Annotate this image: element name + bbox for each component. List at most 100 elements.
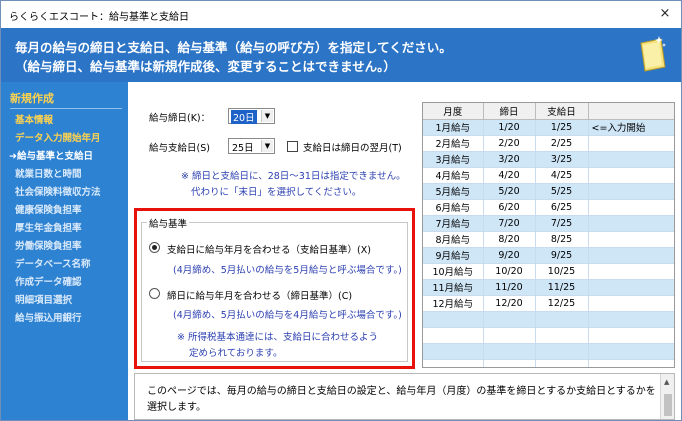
table-row[interactable]: 3月給与 3/20 3/25 [423, 151, 674, 168]
table-row[interactable]: 2月給与 2/20 2/25 [423, 135, 674, 152]
sidebar-item-start-month[interactable]: データ入力開始年月 [15, 130, 101, 144]
pay-basis-title: 給与基準 [147, 216, 190, 230]
cell-note [588, 183, 674, 200]
table-row[interactable]: 9月給与 9/20 9/25 [423, 247, 674, 264]
cell-closing: 2/20 [483, 135, 536, 152]
description-scrollbar[interactable]: ▲ [660, 374, 674, 419]
cell-month: 1月給与 [423, 119, 484, 136]
basis-payday-label[interactable]: 支給日に給与年月を合わせる（支給日基準）(X) [167, 242, 371, 256]
cell-payday: 5/25 [535, 183, 589, 200]
sticky-note-icon [640, 36, 666, 72]
cell-note [588, 135, 674, 152]
day-restriction-note: ※ 締日と支給日に、28日〜31日は指定できません。 [181, 171, 406, 182]
pay-day-label: 給与支給日(S) [149, 143, 210, 154]
cell-note [588, 263, 674, 280]
wizard-sidebar: 新規作成 基本情報 データ入力開始年月 ➜給与基準と支給日 就業日数と時間 社会… [1, 82, 128, 420]
closing-day-label: 給与締日(K)： [149, 113, 211, 124]
basis-closing-note: (4月締め、5月払いの給与を4月給与と呼ぶ場合です。) [173, 310, 402, 321]
pay-day-value: 25日 [232, 143, 254, 154]
cell-month: 4月給与 [423, 167, 484, 184]
close-icon[interactable]: × [655, 4, 675, 24]
next-month-label: 支給日は締日の翌月(T) [303, 143, 402, 154]
table-row-empty [423, 327, 674, 344]
next-month-checkbox[interactable] [287, 141, 298, 152]
cell-note [588, 247, 674, 264]
title-bar: らくらくエスコート：給与基準と支給日 × [1, 1, 681, 27]
table-row-empty [423, 343, 674, 360]
cell-payday: 11/25 [535, 279, 589, 296]
table-row[interactable]: 10月給与 10/20 10/25 [423, 263, 674, 280]
cell-note [588, 167, 674, 184]
table-row-empty [423, 359, 674, 367]
cell-closing: 4/20 [483, 167, 536, 184]
table-row[interactable]: 5月給与 5/20 5/25 [423, 183, 674, 200]
cell-month: 9月給与 [423, 247, 484, 264]
basis-closing-radio[interactable] [149, 288, 160, 299]
tax-note: ※ 所得税基本通達には、支給日に合わせるよう [177, 332, 378, 343]
description-panel: このページでは、毎月の給与の締日と支給日の設定と、給与年月（月度）の基準を締日と… [134, 373, 675, 420]
cell-month: 6月給与 [423, 199, 484, 216]
sidebar-item-detail-items[interactable]: 明細項目選択 [15, 292, 72, 306]
closing-day-select[interactable]: 20日 ▼ [228, 108, 275, 124]
table-row[interactable]: 11月給与 11/20 11/25 [423, 279, 674, 296]
cell-month: 7月給与 [423, 215, 484, 232]
cell-month: 11月給与 [423, 279, 484, 296]
window-title: らくらくエスコート：給与基準と支給日 [9, 12, 189, 23]
cell-closing: 1/20 [483, 119, 536, 136]
schedule-header-row: 月度 締日 支給日 [423, 103, 674, 120]
cell-note [588, 199, 674, 216]
cell-month: 2月給与 [423, 135, 484, 152]
closing-day-value: 20日 [231, 110, 257, 124]
banner-line-2: （給与締日、給与基準は新規作成後、変更することはできません。） [15, 59, 396, 74]
cell-closing: 12/20 [483, 295, 536, 312]
schedule-table: 月度 締日 支給日 1月給与 1/20 1/25 <=入力開始 2月給与 2/20 2/2… [423, 103, 674, 367]
sidebar-item-work-days[interactable]: 就業日数と時間 [15, 166, 82, 180]
sidebar-item-bank[interactable]: 給与振込用銀行 [15, 310, 82, 324]
table-row[interactable]: 4月給与 4/20 4/25 [423, 167, 674, 184]
cell-closing: 10/20 [483, 263, 536, 280]
cell-payday: 8/25 [535, 231, 589, 248]
description-text: このページでは、毎月の給与の締日と支給日の設定と、給与年月（月度）の基準を締日と… [147, 386, 656, 413]
scroll-thumb[interactable] [664, 394, 672, 416]
cell-payday: 2/25 [535, 135, 589, 152]
cell-closing: 5/20 [483, 183, 536, 200]
sidebar-item-confirm[interactable]: 作成データ確認 [15, 274, 82, 288]
table-row[interactable]: 1月給与 1/20 1/25 <=入力開始 [423, 119, 674, 136]
cell-month: 3月給与 [423, 151, 484, 168]
sidebar-item-db-name[interactable]: データベース名称 [15, 256, 91, 270]
cell-month: 10月給与 [423, 263, 484, 280]
sidebar-item-insurance-method[interactable]: 社会保険料徴収方法 [15, 184, 101, 198]
sidebar-item-pay-basis[interactable]: ➜給与基準と支給日 [9, 148, 93, 162]
cell-month: 12月給与 [423, 295, 484, 312]
table-row[interactable]: 8月給与 8/20 8/25 [423, 231, 674, 248]
scroll-up-icon[interactable]: ▲ [664, 378, 669, 386]
cell-note [588, 295, 674, 312]
cell-closing: 6/20 [483, 199, 536, 216]
table-row[interactable]: 12月給与 12/20 12/25 [423, 295, 674, 312]
chevron-down-icon[interactable]: ▼ [261, 140, 273, 152]
header-closing: 締日 [483, 103, 536, 120]
chevron-down-icon[interactable]: ▼ [261, 110, 273, 122]
sidebar-item-basic-info[interactable]: 基本情報 [15, 112, 53, 126]
pay-day-select[interactable]: 25日 ▼ [228, 138, 275, 154]
header-month: 月度 [423, 103, 484, 120]
cell-payday: 1/25 [535, 119, 589, 136]
basis-payday-radio[interactable] [149, 242, 160, 253]
sidebar-header: 新規作成 [10, 90, 122, 109]
sidebar-item-pension[interactable]: 厚生年金負担率 [15, 220, 82, 234]
cell-payday: 12/25 [535, 295, 589, 312]
sidebar-item-labor-insurance[interactable]: 労働保険負担率 [15, 238, 82, 252]
cell-payday: 7/25 [535, 215, 589, 232]
cell-payday: 10/25 [535, 263, 589, 280]
sidebar-item-health-insurance[interactable]: 健康保険負担率 [15, 202, 82, 216]
basis-closing-label[interactable]: 締日に給与年月を合わせる（締日基準）(C) [167, 288, 352, 302]
cell-month: 8月給与 [423, 231, 484, 248]
basis-payday-note: (4月締め、5月払いの給与を5月給与と呼ぶ場合です。) [173, 265, 402, 276]
schedule-grid[interactable]: 月度 締日 支給日 1月給与 1/20 1/25 <=入力開始 2月給与 2/20 2/2… [422, 102, 675, 368]
day-restriction-note-2: 代わりに「末日」を選択してください。 [191, 187, 362, 198]
header-note [588, 103, 674, 120]
table-row[interactable]: 7月給与 7/20 7/25 [423, 215, 674, 232]
schedule-body: 1月給与 1/20 1/25 <=入力開始 2月給与 2/20 2/25 3月給与 3/20… [423, 119, 674, 367]
table-row[interactable]: 6月給与 6/20 6/25 [423, 199, 674, 216]
tax-note-2: 定められております。 [189, 348, 283, 359]
